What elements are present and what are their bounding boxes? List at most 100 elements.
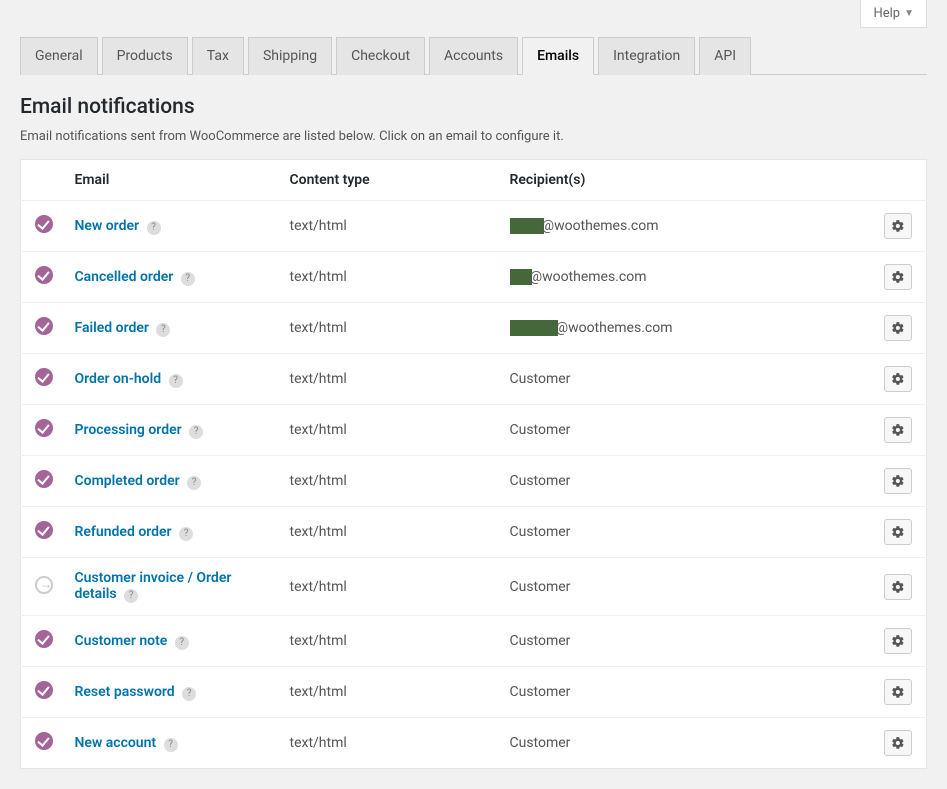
content-type-cell: text/html — [276, 616, 496, 667]
tab-products[interactable]: Products — [102, 37, 188, 75]
help-icon[interactable]: ? — [189, 425, 203, 439]
recipient-cell: Customer — [496, 558, 871, 616]
col-email: Email — [61, 160, 276, 201]
configure-button[interactable] — [884, 366, 912, 392]
status-enabled-icon — [35, 368, 53, 386]
tab-shipping[interactable]: Shipping — [248, 37, 332, 75]
tab-integration[interactable]: Integration — [598, 37, 695, 75]
screen-help-bar: Help ▼ — [20, 0, 927, 28]
gear-icon — [891, 474, 905, 488]
recipient-cell: @woothemes.com — [496, 303, 871, 354]
content-type-cell: text/html — [276, 201, 496, 252]
content-type-cell: text/html — [276, 456, 496, 507]
help-icon[interactable]: ? — [187, 476, 201, 490]
tab-emails[interactable]: Emails — [522, 37, 594, 75]
email-name-link[interactable]: Completed order — [75, 473, 180, 489]
content-type-cell: text/html — [276, 405, 496, 456]
table-row: Customer invoice / Order details ? text/h… — [21, 558, 927, 616]
gear-icon — [891, 372, 905, 386]
email-name-link[interactable]: Refunded order — [75, 524, 172, 540]
tab-tax[interactable]: Tax — [192, 37, 244, 75]
help-icon[interactable]: ? — [147, 221, 161, 235]
status-enabled-icon — [35, 732, 53, 750]
gear-icon — [891, 270, 905, 284]
email-settings-table: Email Content type Recipient(s) New orde… — [20, 159, 927, 769]
configure-button[interactable] — [884, 679, 912, 705]
configure-button[interactable] — [884, 468, 912, 494]
help-label: Help — [873, 6, 900, 21]
table-row: Completed order ? text/htmlCustomer — [21, 456, 927, 507]
email-name-link[interactable]: Order on-hold — [75, 371, 162, 387]
table-row: Customer note ?text/htmlCustomer — [21, 616, 927, 667]
email-name-link[interactable]: New account — [75, 735, 157, 751]
help-icon[interactable]: ? — [169, 374, 183, 388]
configure-button[interactable] — [884, 264, 912, 290]
content-type-cell: text/html — [276, 303, 496, 354]
recipient-cell: Customer — [496, 718, 871, 769]
email-name-link[interactable]: Reset password — [75, 684, 175, 700]
gear-icon — [891, 219, 905, 233]
status-enabled-icon — [35, 266, 53, 284]
recipient-cell: Customer — [496, 405, 871, 456]
email-name-link[interactable]: New order — [75, 218, 140, 234]
recipient-cell: Customer — [496, 667, 871, 718]
tab-accounts[interactable]: Accounts — [429, 37, 518, 75]
recipient-cell: Customer — [496, 456, 871, 507]
redacted-block — [510, 320, 558, 336]
gear-icon — [891, 580, 905, 594]
page-title: Email notifications — [20, 95, 927, 119]
help-icon[interactable]: ? — [179, 527, 193, 541]
settings-tabs: GeneralProductsTaxShippingCheckoutAccoun… — [20, 36, 927, 75]
recipient-cell: Customer — [496, 354, 871, 405]
configure-button[interactable] — [884, 730, 912, 756]
content-type-cell: text/html — [276, 354, 496, 405]
status-enabled-icon — [35, 317, 53, 335]
email-name-link[interactable]: Cancelled order — [75, 269, 174, 285]
configure-button[interactable] — [884, 417, 912, 443]
email-name-link[interactable]: Customer note — [75, 633, 168, 649]
help-toggle[interactable]: Help ▼ — [860, 0, 927, 28]
gear-icon — [891, 736, 905, 750]
table-row: Refunded order ?text/htmlCustomer — [21, 507, 927, 558]
help-icon[interactable]: ? — [164, 738, 178, 752]
recipient-domain: @woothemes.com — [542, 218, 659, 234]
recipient-domain: @woothemes.com — [556, 320, 673, 336]
tab-api[interactable]: API — [699, 37, 751, 75]
configure-button[interactable] — [884, 213, 912, 239]
help-icon[interactable]: ? — [156, 323, 170, 337]
status-enabled-icon — [35, 470, 53, 488]
col-actions — [870, 160, 927, 201]
col-content-type: Content type — [276, 160, 496, 201]
content-type-cell: text/html — [276, 667, 496, 718]
table-row: Failed order ? text/html @woothemes.com — [21, 303, 927, 354]
email-name-link[interactable]: Processing order — [75, 422, 182, 438]
table-row: Order on-hold ? text/htmlCustomer — [21, 354, 927, 405]
gear-icon — [891, 525, 905, 539]
email-name-link[interactable]: Customer invoice / Order details — [75, 570, 232, 602]
help-icon[interactable]: ? — [181, 272, 195, 286]
configure-button[interactable] — [884, 519, 912, 545]
col-status — [21, 160, 61, 201]
status-enabled-icon — [35, 521, 53, 539]
gear-icon — [891, 321, 905, 335]
content-type-cell: text/html — [276, 558, 496, 616]
table-row: Reset password ?text/htmlCustomer — [21, 667, 927, 718]
configure-button[interactable] — [884, 574, 912, 600]
tab-checkout[interactable]: Checkout — [336, 37, 425, 75]
recipient-cell: @woothemes.com — [496, 252, 871, 303]
status-enabled-icon — [35, 215, 53, 233]
help-icon[interactable]: ? — [124, 589, 138, 603]
status-enabled-icon — [35, 681, 53, 699]
help-icon[interactable]: ? — [175, 636, 189, 650]
configure-button[interactable] — [884, 628, 912, 654]
col-recipients: Recipient(s) — [496, 160, 871, 201]
configure-button[interactable] — [884, 315, 912, 341]
redacted-block — [510, 218, 544, 234]
recipient-cell: Customer — [496, 507, 871, 558]
gear-icon — [891, 634, 905, 648]
email-name-link[interactable]: Failed order — [75, 320, 149, 336]
tab-general[interactable]: General — [20, 37, 98, 75]
recipient-domain: @woothemes.com — [530, 269, 647, 285]
redacted-block — [510, 269, 532, 285]
page-description: Email notifications sent from WooCommerc… — [20, 129, 927, 144]
